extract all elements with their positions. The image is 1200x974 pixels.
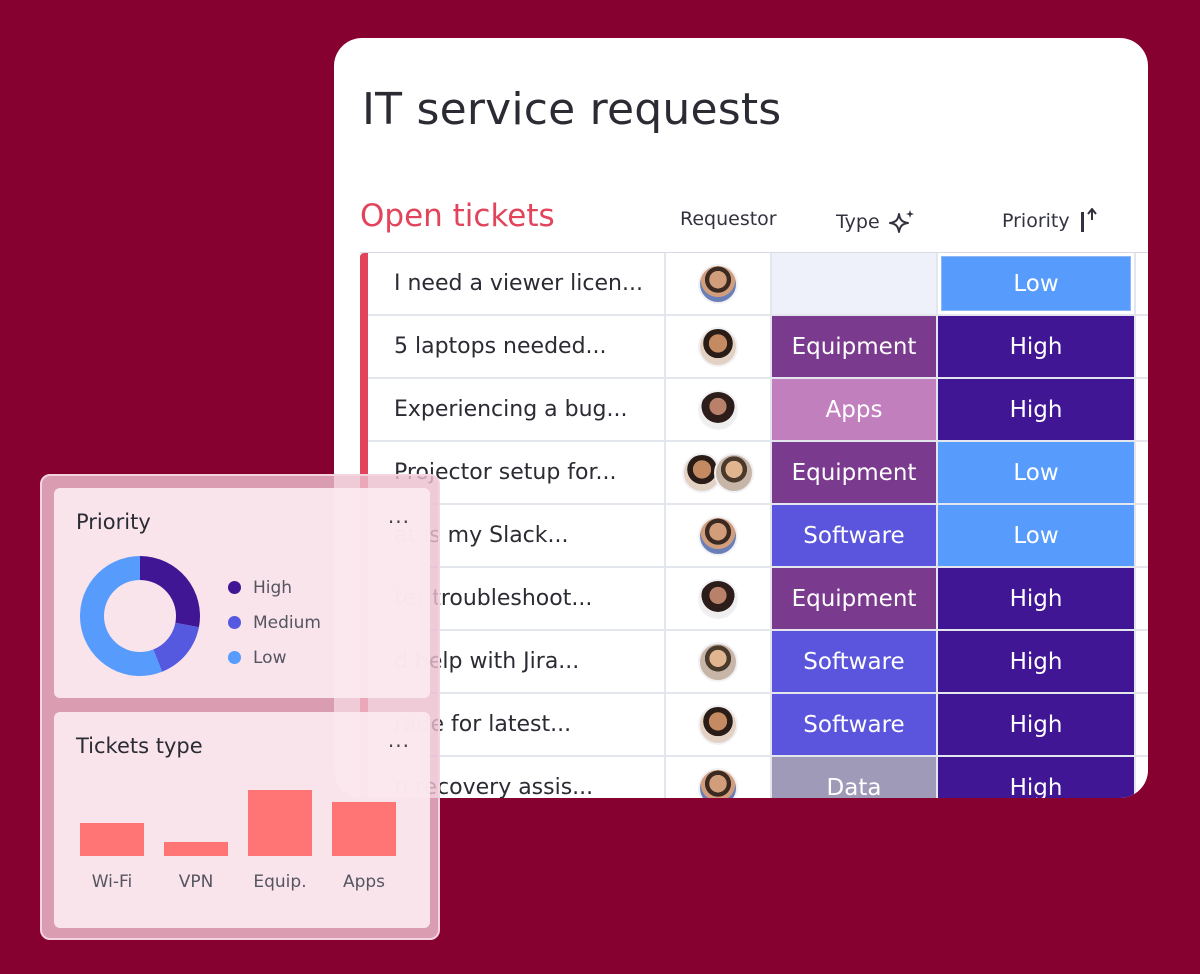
priority-widget-title: Priority (76, 510, 151, 534)
dashboard-panel: Priority ... High Medium Low Tickets type … (40, 474, 440, 940)
more-options-icon[interactable]: ... (388, 504, 410, 528)
column-header-requestor[interactable]: Requestor (680, 208, 777, 230)
avatar (698, 389, 738, 430)
bar-apps[interactable] (332, 802, 396, 856)
table-row[interactable]: Projector setup for... Equipment Low (368, 442, 1148, 505)
column-header-type-label: Type (836, 211, 880, 233)
bar-label: Apps (342, 872, 386, 892)
ticket-table: I need a viewer licen... Low 5 laptops nee… (360, 252, 1148, 798)
bar-vpn[interactable] (164, 842, 228, 856)
legend-dot-icon (228, 581, 241, 594)
requestor-cell[interactable] (666, 568, 772, 629)
donut-slice-medium[interactable] (153, 622, 199, 672)
bar-column: Wi-Fi (80, 823, 144, 894)
table-row[interactable]: 5 laptops needed... Equipment High (368, 316, 1148, 379)
donut-slice-high[interactable] (140, 556, 200, 628)
requestor-cell[interactable] (666, 757, 772, 798)
bar-label: Equip. (253, 872, 307, 892)
priority-cell[interactable]: High (938, 316, 1136, 377)
table-row[interactable]: at is my Slack... Software Low (368, 505, 1148, 568)
table-row[interactable]: n recovery assis... Data High (368, 757, 1148, 798)
priority-cell[interactable]: High (938, 694, 1136, 755)
tickets-type-bar-chart: Wi-Fi VPN Equip. Apps (72, 774, 412, 894)
column-header-priority-label: Priority (1002, 210, 1070, 232)
priority-cell[interactable]: Low (938, 442, 1136, 503)
requestor-cell[interactable] (666, 316, 772, 377)
priority-donut-chart (80, 556, 200, 676)
requestor-cell[interactable] (666, 442, 772, 503)
requestor-cell[interactable] (666, 694, 772, 755)
bar-column: VPN (164, 842, 228, 894)
legend-label: Medium (253, 612, 321, 633)
avatar (698, 767, 738, 798)
table-row[interactable]: d help with Jira... Software High (368, 631, 1148, 694)
requestor-cell[interactable] (666, 253, 772, 314)
priority-cell[interactable]: High (938, 631, 1136, 692)
avatar (698, 704, 738, 745)
type-cell[interactable]: Software (772, 505, 938, 566)
tickets-type-widget[interactable]: Tickets type ... Wi-Fi VPN Equip. Apps (54, 712, 430, 928)
group-title[interactable]: Open tickets (360, 198, 555, 234)
ticket-name[interactable]: Experiencing a bug... (368, 379, 666, 440)
ticket-name[interactable]: 5 laptops needed... (368, 316, 666, 377)
bar-equip[interactable] (248, 790, 312, 856)
column-header-priority[interactable]: Priority (1002, 208, 1100, 234)
type-cell[interactable]: Software (772, 694, 938, 755)
legend-dot-icon (228, 616, 241, 629)
column-header-requestor-label: Requestor (680, 208, 777, 230)
table-row[interactable]: ter troubleshoot... Equipment High (368, 568, 1148, 631)
table-row[interactable]: I need a viewer licen... Low (368, 253, 1148, 316)
sparkle-icon[interactable] (888, 208, 916, 236)
legend-label: Low (253, 647, 287, 668)
priority-cell[interactable]: Low (938, 505, 1136, 566)
bar-column: Equip. (248, 790, 312, 894)
priority-widget[interactable]: Priority ... High Medium Low (54, 488, 430, 698)
type-cell[interactable]: Equipment (772, 316, 938, 377)
board-card: IT service requests Open tickets Request… (334, 38, 1148, 798)
requestor-cell[interactable] (666, 505, 772, 566)
requestor-cell[interactable] (666, 379, 772, 440)
type-cell[interactable] (772, 253, 938, 314)
legend-item: High (228, 570, 321, 605)
type-cell[interactable]: Apps (772, 379, 938, 440)
bar-wifi[interactable] (80, 823, 144, 856)
avatar (698, 515, 738, 556)
column-header-type[interactable]: Type (836, 208, 916, 236)
bar-column: Apps (332, 802, 396, 894)
table-row[interactable]: Experiencing a bug... Apps High (368, 379, 1148, 442)
type-cell[interactable]: Equipment (772, 568, 938, 629)
legend-dot-icon (228, 651, 241, 664)
sort-icon[interactable] (1078, 208, 1100, 234)
avatar-group (682, 452, 754, 493)
legend-item: Medium (228, 605, 321, 640)
priority-cell[interactable]: High (938, 568, 1136, 629)
legend-item: Low (228, 640, 321, 675)
priority-cell[interactable]: High (938, 379, 1136, 440)
table-row[interactable]: rade for latest... Software High (368, 694, 1148, 757)
type-cell[interactable]: Equipment (772, 442, 938, 503)
more-options-icon[interactable]: ... (388, 728, 410, 752)
type-cell[interactable]: Data (772, 757, 938, 798)
type-cell[interactable]: Software (772, 631, 938, 692)
avatar (698, 641, 738, 682)
bar-label: VPN (178, 872, 214, 892)
tickets-type-widget-title: Tickets type (76, 734, 203, 758)
bar-label: Wi-Fi (91, 872, 133, 892)
requestor-cell[interactable] (666, 631, 772, 692)
board-title: IT service requests (362, 84, 782, 135)
avatar (698, 326, 738, 367)
priority-cell[interactable]: Low (938, 253, 1136, 314)
avatar (714, 452, 754, 493)
avatar (698, 263, 738, 304)
ticket-name[interactable]: I need a viewer licen... (368, 253, 666, 314)
legend-label: High (253, 577, 293, 598)
priority-cell[interactable]: High (938, 757, 1136, 798)
priority-legend: High Medium Low (228, 570, 321, 675)
avatar (698, 578, 738, 619)
